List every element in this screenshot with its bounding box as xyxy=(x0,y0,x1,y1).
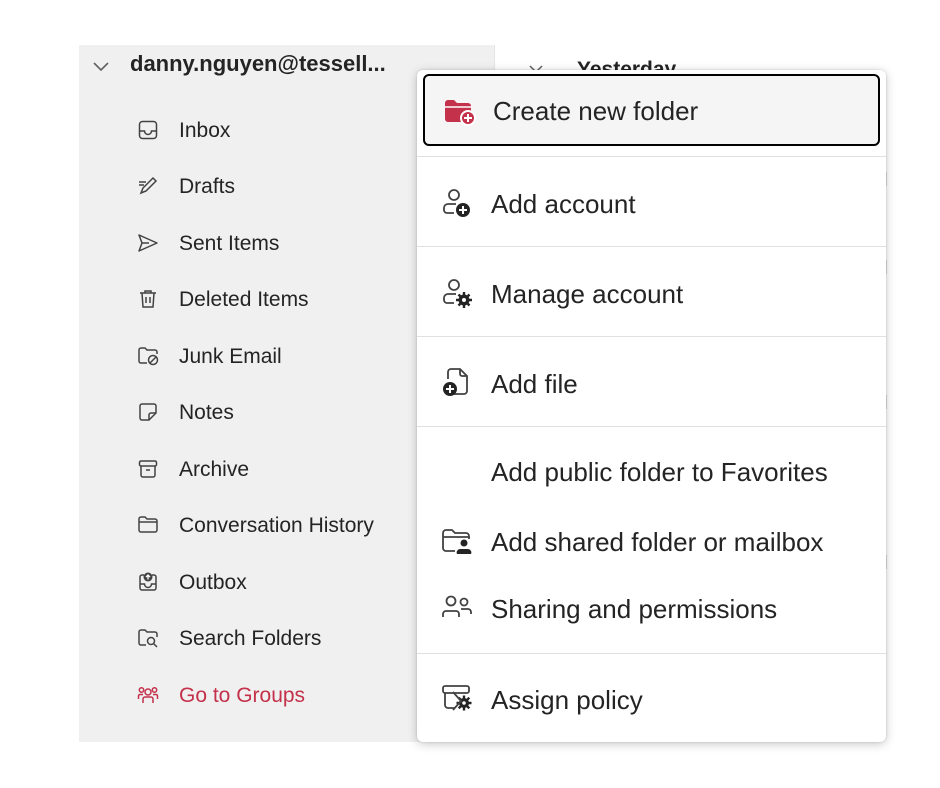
drafts-icon xyxy=(136,174,160,198)
search-folder-icon xyxy=(136,626,160,650)
menu-item-add-public-folder[interactable]: Add public folder to Favorites xyxy=(417,442,886,504)
menu-item-label: Add account xyxy=(491,189,636,219)
folder-label: Search Folders xyxy=(179,627,322,650)
send-icon xyxy=(136,231,160,255)
folder-label: Drafts xyxy=(179,175,236,198)
menu-item-label: Manage account xyxy=(491,279,684,309)
menu-item-label: Assign policy xyxy=(491,685,643,715)
menu-separator xyxy=(417,426,886,427)
folder-label: Junk Email xyxy=(179,345,282,368)
menu-item-label: Add file xyxy=(491,369,578,399)
inbox-icon xyxy=(136,118,160,142)
folder-label: Outbox xyxy=(179,571,247,594)
add-person-icon xyxy=(440,186,474,220)
menu-item-manage-account[interactable]: Manage account xyxy=(417,247,886,335)
archive-icon xyxy=(136,457,160,481)
person-settings-icon xyxy=(440,276,474,310)
shared-folder-icon xyxy=(440,524,474,558)
new-folder-icon xyxy=(442,94,476,128)
menu-item-assign-policy[interactable]: Assign policy xyxy=(417,654,886,740)
folder-label: Go to Groups xyxy=(179,684,306,707)
folder-label: Conversation History xyxy=(179,514,374,537)
groups-icon xyxy=(136,683,160,707)
folder-label: Notes xyxy=(179,401,234,424)
menu-item-label: Sharing and permissions xyxy=(491,594,778,624)
account-name[interactable]: danny.nguyen@tessell... xyxy=(130,51,386,77)
menu-item-label: Add shared folder or mailbox xyxy=(491,527,824,557)
context-menu: Create new folder Add account Manage acc… xyxy=(417,70,886,742)
menu-item-label: Add public folder to Favorites xyxy=(491,457,828,487)
menu-item-label: Create new folder xyxy=(493,96,699,126)
menu-item-add-shared-folder[interactable]: Add shared folder or mailbox xyxy=(417,510,886,572)
junk-folder-icon xyxy=(136,344,160,368)
outbox-icon xyxy=(136,570,160,594)
folder-label: Sent Items xyxy=(179,232,280,255)
people-icon xyxy=(440,591,474,625)
menu-item-create-new-folder[interactable]: Create new folder xyxy=(423,74,880,146)
folder-label: Inbox xyxy=(179,119,231,142)
folder-label: Archive xyxy=(179,458,250,481)
menu-item-add-account[interactable]: Add account xyxy=(417,157,886,245)
chevron-down-icon[interactable] xyxy=(90,55,112,77)
add-file-icon xyxy=(440,365,474,399)
chevron-right-icon xyxy=(440,684,474,718)
note-icon xyxy=(136,400,160,424)
folder-label: Deleted Items xyxy=(179,288,309,311)
trash-icon xyxy=(136,287,160,311)
menu-item-sharing-permissions[interactable]: Sharing and permissions xyxy=(417,577,886,639)
menu-item-add-file[interactable]: Add file xyxy=(417,337,886,425)
folder-icon xyxy=(136,513,160,537)
